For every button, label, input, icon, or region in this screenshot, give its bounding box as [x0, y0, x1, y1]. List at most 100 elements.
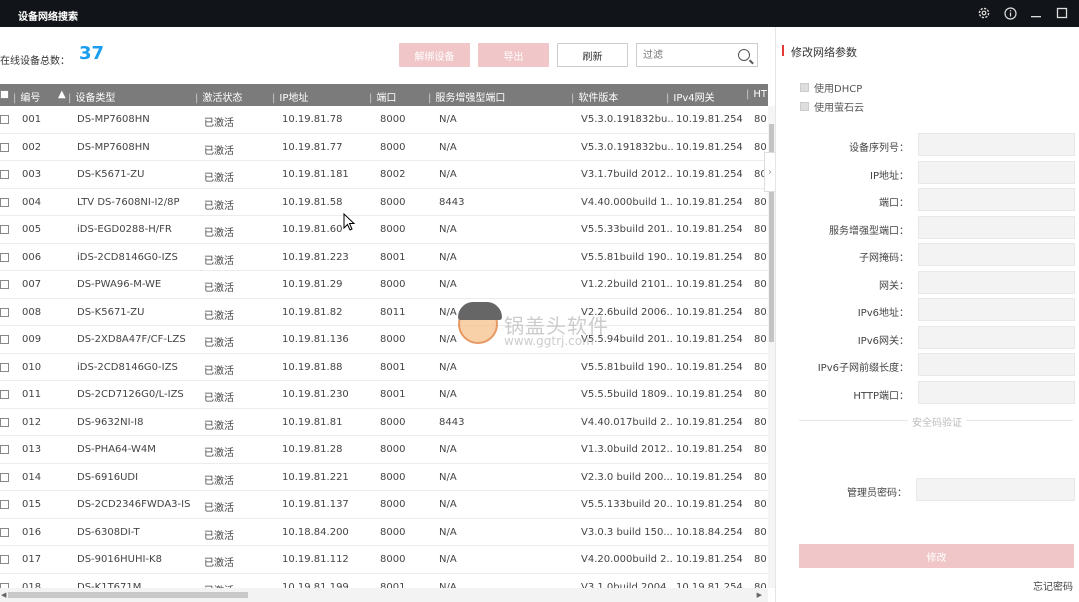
admin-password-input[interactable] [916, 478, 1075, 501]
field-input-ipv6-prefix[interactable] [918, 353, 1075, 376]
row-checkbox[interactable] [0, 115, 9, 124]
table-row[interactable]: 010 iDS-2CD8146G0-IZS 已激活 10.19.81.88 8001 N/… [0, 354, 768, 381]
export-button[interactable]: 导出 [478, 43, 549, 67]
table-row[interactable]: 008 DS-K5671-ZU 已激活 10.19.81.82 8011 N/A V2.2.… [0, 299, 768, 326]
sort-asc-icon[interactable]: ▲ [58, 89, 66, 100]
cell-gateway: 10.19.81.254 [676, 416, 743, 428]
row-checkbox[interactable] [0, 142, 9, 152]
table-row[interactable]: 012 DS-9632NI-I8 已激活 10.19.81.81 8000 8443 V4.… [0, 409, 768, 436]
cell-port: 8001 [380, 389, 406, 400]
cell-gateway: 10.19.81.254 [676, 361, 743, 373]
unbind-button[interactable]: 解绑设备 [399, 43, 470, 67]
refresh-button[interactable]: 刷新 [557, 43, 628, 67]
minimize-icon[interactable] [1027, 4, 1045, 22]
field-input-enhanced-port[interactable] [918, 215, 1075, 239]
field-input-http-port[interactable] [918, 380, 1075, 404]
cloud-checkbox[interactable]: 使用萤石云 [800, 99, 864, 114]
field-input-port[interactable] [918, 188, 1075, 211]
row-checkbox[interactable] [0, 500, 9, 509]
row-checkbox[interactable] [0, 252, 9, 262]
cell-ip: 10.19.81.181 [282, 169, 349, 180]
table-row[interactable]: 016 DS-6308DI-T 已激活 10.18.84.200 8000 N/A V3.0… [0, 519, 768, 546]
cloud-checkbox-box[interactable] [800, 102, 809, 111]
field-input-gateway[interactable] [918, 270, 1075, 294]
horizontal-scrollbar[interactable]: ◀ ▶ [0, 588, 768, 602]
field-input-serial[interactable] [918, 133, 1075, 156]
table-row[interactable]: 005 iDS-EGD0288-H/FR 已激活 10.19.81.60 8000 N/A… [0, 216, 768, 244]
cell-http: 80 [754, 471, 767, 483]
column-header-device-type[interactable]: | 设备类型 [68, 89, 115, 104]
column-header-port[interactable]: | 端口 [369, 89, 396, 104]
row-checkbox[interactable] [0, 445, 9, 454]
cell-activation: 已激活 [204, 118, 234, 129]
dhcp-checkbox[interactable]: 使用DHCP [800, 80, 862, 95]
forgot-password-link[interactable]: 忘记密码 [1033, 578, 1073, 593]
table-row[interactable]: 017 DS-9016HUHI-K8 已激活 10.19.81.112 8000 N/A V… [0, 546, 768, 574]
cell-enhanced-port: N/A [439, 279, 457, 290]
filter-input[interactable] [637, 44, 729, 66]
row-checkbox[interactable] [0, 170, 9, 179]
row-checkbox[interactable] [0, 335, 9, 344]
column-header-http[interactable]: | HT [746, 89, 767, 100]
table-row[interactable]: 013 DS-PHA64-W4M 已激活 10.19.81.28 8000 N/A V1.3… [0, 436, 768, 464]
field-input-ipv6-gateway[interactable] [918, 325, 1075, 349]
maximize-icon[interactable] [1053, 4, 1071, 22]
column-header-gateway[interactable]: | IPv4网关 [666, 89, 715, 104]
table-row[interactable]: 014 DS-6916UDI 已激活 10.19.81.221 8000 N/A V2.3.… [0, 464, 768, 491]
cell-software: V1.2.2build 2101... [581, 279, 673, 290]
column-header-software[interactable]: | 软件版本 [571, 89, 618, 104]
cell-software: V2.3.0 build 200... [581, 471, 673, 483]
row-checkbox[interactable] [0, 280, 9, 289]
cell-enhanced-port: N/A [439, 554, 457, 565]
table-row[interactable]: 003 DS-K5671-ZU 已激活 10.19.81.181 8002 N/A V3.1… [0, 161, 768, 189]
horizontal-scroll-thumb[interactable] [8, 592, 248, 598]
cell-ip: 10.19.81.28 [282, 444, 343, 455]
cell-number: 016 [22, 526, 42, 538]
table-row[interactable]: 011 DS-2CD7126G0/L-IZS 已激活 10.19.81.230 8001… [0, 381, 768, 409]
dhcp-checkbox-box[interactable] [800, 83, 809, 92]
table-row[interactable]: 007 DS-PWA96-M-WE 已激活 10.19.81.29 8000 N/A V1.… [0, 271, 768, 299]
row-checkbox[interactable] [0, 225, 9, 234]
cell-port: 8000 [380, 499, 406, 510]
row-checkbox[interactable] [0, 307, 9, 317]
table-row[interactable]: 006 iDS-2CD8146G0-IZS 已激活 10.19.81.223 8001 N… [0, 244, 768, 271]
row-checkbox[interactable] [0, 472, 9, 482]
row-checkbox[interactable] [0, 555, 9, 564]
info-icon[interactable] [1001, 4, 1019, 22]
table-row[interactable]: 001 DS-MP7608HN 已激活 10.19.81.78 8000 N/A V5.3.… [0, 106, 768, 134]
modify-button[interactable]: 修改 [799, 544, 1074, 568]
column-header-activation[interactable]: | 激活状态 [195, 89, 242, 104]
table-row[interactable]: 018DS-K1T671M已激活10.19.81.1998001N/AV3.1.… [0, 574, 768, 588]
cell-ip: 10.19.81.223 [282, 251, 349, 263]
scroll-left-icon[interactable]: ◀ [1, 591, 6, 599]
row-checkbox[interactable] [0, 362, 9, 372]
cell-http: 80 [754, 499, 767, 510]
cell-ip: 10.19.81.82 [282, 306, 343, 318]
row-checkbox[interactable] [0, 197, 9, 207]
cell-enhanced-port: N/A [439, 251, 457, 263]
field-input-ipv6-address[interactable] [918, 298, 1075, 321]
table-row[interactable]: 002 DS-MP7608HN 已激活 10.19.81.77 8000 N/A V5.3.… [0, 134, 768, 161]
cell-activation: 已激活 [204, 283, 234, 294]
select-all-checkbox[interactable] [0, 90, 9, 99]
cell-gateway: 10.19.81.254 [676, 389, 743, 400]
row-checkbox[interactable] [0, 417, 9, 427]
field-input-ip[interactable] [918, 160, 1075, 184]
cell-http: 80 [754, 224, 767, 235]
search-icon[interactable] [738, 49, 750, 61]
column-header-enhanced-port[interactable]: | 服务增强型端口 [428, 89, 505, 104]
scroll-right-icon[interactable]: ▶ [757, 591, 762, 599]
column-header-number[interactable]: | 编号 [13, 89, 40, 104]
column-header-ip[interactable]: | IP地址 [272, 89, 308, 104]
cell-ip: 10.19.81.58 [282, 196, 343, 208]
cell-activation: 已激活 [204, 530, 234, 542]
row-checkbox[interactable] [0, 390, 9, 399]
gear-icon[interactable] [975, 4, 993, 22]
row-checkbox[interactable] [0, 527, 9, 537]
table-row[interactable]: 015 DS-2CD2346FWDA3-IS 已激活 10.19.81.137 8000… [0, 491, 768, 519]
table-row[interactable]: 009 DS-2XD8A47F/CF-LZS 已激活 10.19.81.136 8000… [0, 326, 768, 354]
field-input-subnet-mask[interactable] [918, 243, 1075, 266]
cell-port: 8000 [380, 444, 406, 455]
table-row[interactable]: 004 LTV DS-7608NI-I2/8P 已激活 10.19.81.58 8000… [0, 189, 768, 216]
cell-http: 80 [754, 196, 767, 208]
